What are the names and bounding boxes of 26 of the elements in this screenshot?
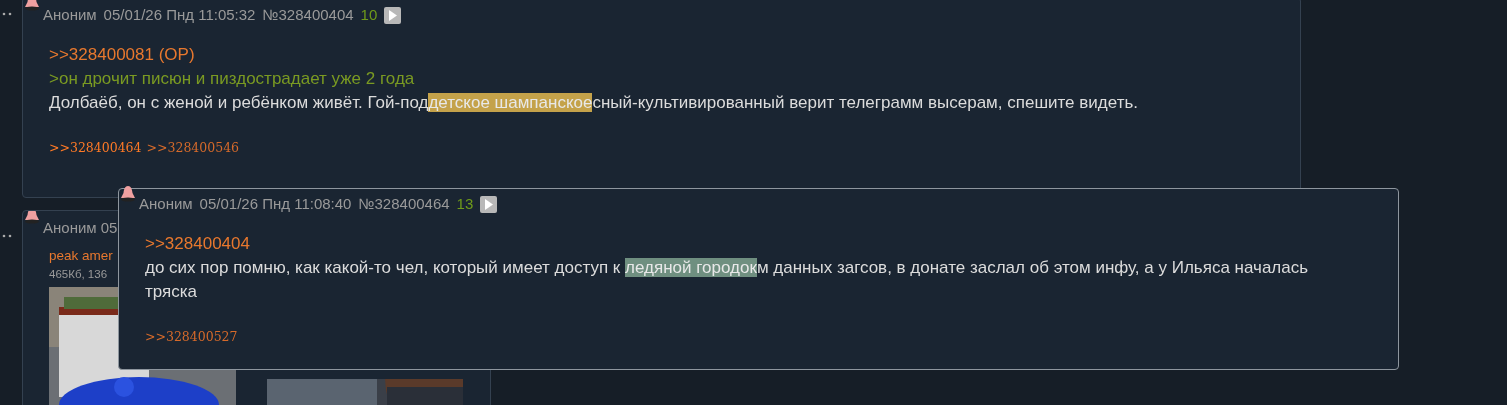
file-name-link[interactable]: peak amer xyxy=(49,245,113,266)
bell-icon xyxy=(23,211,41,224)
post-header: Аноним 05 xyxy=(43,218,118,238)
play-icon xyxy=(484,198,494,210)
author-name: Аноним xyxy=(139,194,193,214)
post-text: до сих пор помню, как какой-то чел, который имеет доступ к ледяной городокм данных загсов, в донате заслал об этом инфу, а у Ильяса началась тряска xyxy=(145,256,1310,303)
reply-link[interactable]: >>328400081 (OP) xyxy=(49,42,195,67)
play-button[interactable] xyxy=(480,195,498,213)
play-button[interactable] xyxy=(384,6,402,24)
bell-icon xyxy=(119,185,137,202)
play-icon xyxy=(388,9,398,21)
backlink[interactable]: >>328400527 xyxy=(145,327,238,347)
post-count: 13 xyxy=(456,194,474,214)
reply-link[interactable]: >>328400404 xyxy=(145,231,250,256)
drag-handle-icon[interactable] xyxy=(2,233,12,238)
backlink[interactable]: >>328400464 xyxy=(49,138,142,158)
post-number-link[interactable]: №328400464 xyxy=(358,193,450,216)
post-date: 05/01/26 Пнд 11:05:32 xyxy=(103,5,256,25)
post-date: 05/01/26 Пнд 11:08:40 xyxy=(199,194,352,214)
greentext-quote: >он дрочит писюн и пиздострадает уже 2 года xyxy=(49,67,416,90)
post-count: 10 xyxy=(360,5,378,25)
post-number-link[interactable]: №328400404 xyxy=(262,4,354,27)
backlink[interactable]: >>328400546 xyxy=(146,138,240,158)
author-name: Аноним xyxy=(43,5,97,25)
drag-handle-icon[interactable] xyxy=(2,11,12,16)
file-info: 465Кб, 136 xyxy=(49,266,108,282)
